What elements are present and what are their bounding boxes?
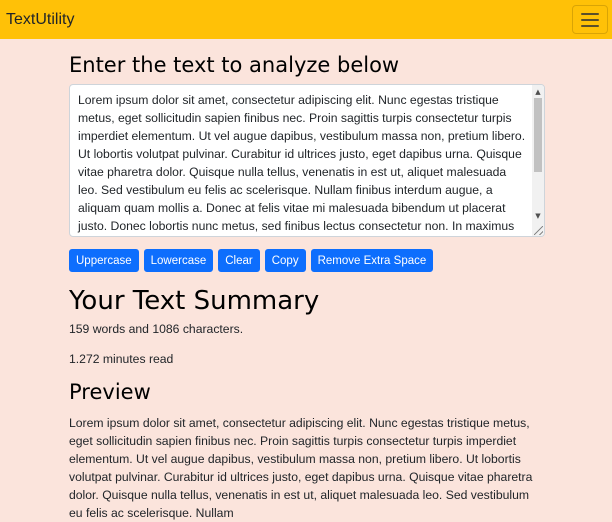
form-heading: Enter the text to analyze below — [69, 53, 400, 77]
action-buttons: Uppercase Lowercase Clear Copy Remove Ex… — [69, 249, 549, 272]
uppercase-button[interactable]: Uppercase — [69, 249, 139, 272]
hamburger-menu-icon-bar — [581, 24, 599, 27]
navbar-toggler-button[interactable] — [572, 5, 608, 34]
remove-extra-space-button[interactable]: Remove Extra Space — [310, 249, 434, 272]
navbar-brand[interactable]: TextUtility — [6, 11, 74, 29]
navbar: TextUtility — [0, 0, 612, 39]
lowercase-button[interactable]: Lowercase — [143, 249, 214, 272]
scrollbar-thumb[interactable] — [534, 98, 542, 172]
scroll-up-arrow-icon[interactable]: ▲ — [532, 86, 544, 98]
scroll-down-arrow-icon[interactable]: ▼ — [532, 210, 544, 222]
read-time: 1.272 minutes read — [69, 352, 174, 366]
preview-title: Preview — [69, 380, 151, 404]
hamburger-menu-icon — [581, 12, 599, 15]
copy-button[interactable]: Copy — [264, 249, 306, 272]
summary-title: Your Text Summary — [69, 286, 320, 316]
text-input-value[interactable]: Lorem ipsum dolor sit amet, consectetur … — [78, 91, 526, 236]
hamburger-menu-icon-bar — [581, 18, 599, 21]
clear-button[interactable]: Clear — [218, 249, 260, 272]
preview-text: Lorem ipsum dolor sit amet, consectetur … — [69, 416, 533, 520]
textarea-scrollbar[interactable]: ▲ ▼ — [532, 85, 544, 236]
resize-handle-icon[interactable] — [534, 226, 543, 235]
main-container: Enter the text to analyze below Lorem ip… — [69, 39, 549, 405]
text-input-area[interactable]: Lorem ipsum dolor sit amet, consectetur … — [69, 84, 545, 237]
word-character-count: 159 words and 1086 characters. — [69, 322, 244, 336]
